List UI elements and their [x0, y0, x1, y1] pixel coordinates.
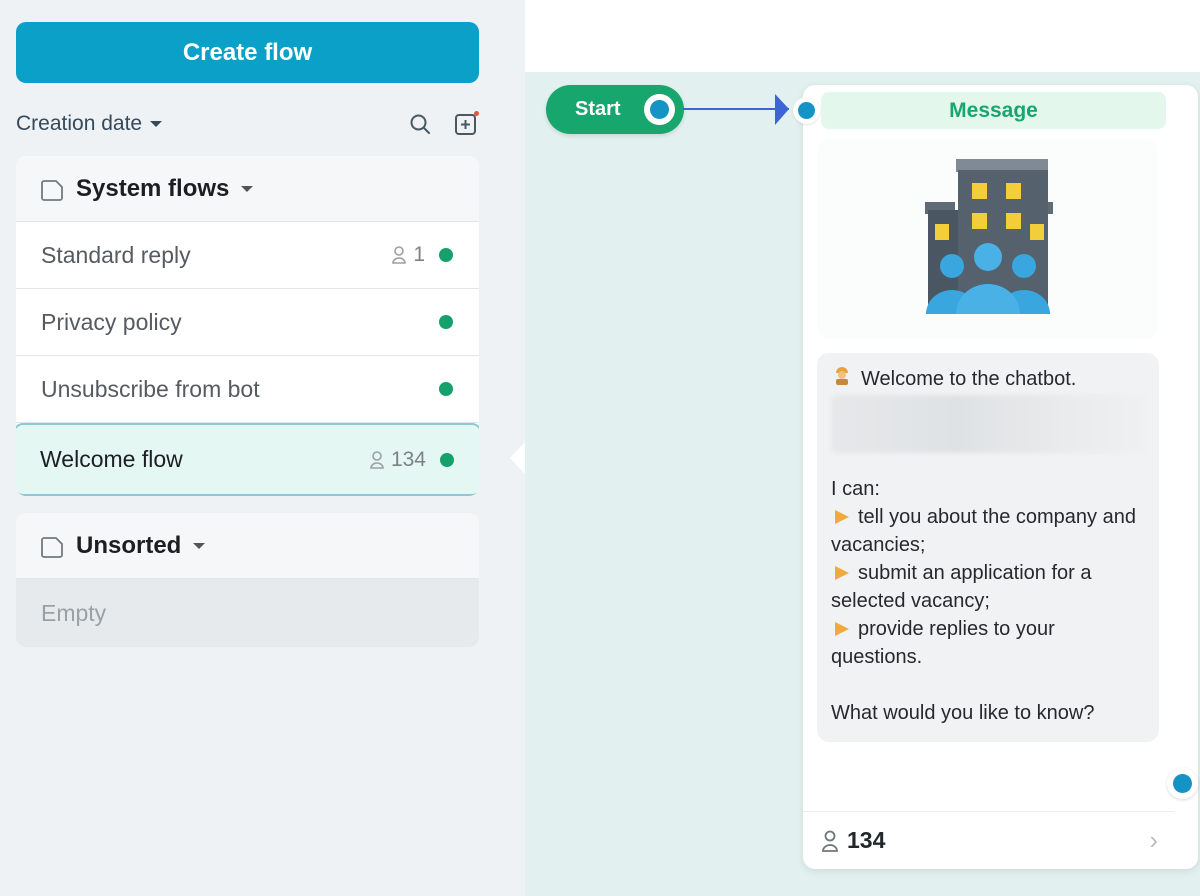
- flows-sidebar: Create flow Creation date System flows S…: [0, 0, 525, 896]
- group-header[interactable]: System flows: [16, 156, 479, 222]
- flow-label: Unsubscribe from bot: [41, 375, 260, 402]
- message-node[interactable]: Message Welcome to the chatbot. I can: t…: [793, 85, 1198, 869]
- message-node-title: Message: [821, 92, 1166, 129]
- status-active-dot: [439, 248, 453, 262]
- group-title: System flows: [76, 174, 230, 202]
- chevron-right-icon[interactable]: ›: [1149, 825, 1158, 856]
- chevron-down-icon[interactable]: [150, 121, 163, 127]
- building-people-icon: [924, 159, 1053, 314]
- flow-item-unsubscribe[interactable]: Unsubscribe from bot: [16, 356, 479, 423]
- worker-emoji-icon: [831, 365, 853, 393]
- blurred-text: [831, 395, 1145, 453]
- flow-item-privacy-policy[interactable]: Privacy policy: [16, 289, 479, 356]
- flow-item-welcome-flow[interactable]: Welcome flow 134: [16, 423, 479, 496]
- pointing-hand-icon: [835, 621, 849, 636]
- empty-placeholder: Empty: [16, 579, 479, 647]
- flow-label: Standard reply: [41, 241, 191, 268]
- message-bullet: provide replies to your questions.: [831, 618, 1055, 668]
- group-unsorted: Unsorted Empty: [16, 513, 479, 647]
- chevron-down-icon[interactable]: [193, 542, 206, 549]
- group-header[interactable]: Unsorted: [16, 513, 479, 579]
- start-output-port[interactable]: [644, 94, 675, 125]
- message-text-bubble[interactable]: Welcome to the chatbot. I can: tell you …: [817, 353, 1159, 742]
- message-can-label: I can:: [831, 478, 880, 500]
- start-label: Start: [575, 98, 621, 120]
- search-icon[interactable]: [407, 111, 433, 137]
- start-node[interactable]: Start: [546, 85, 684, 134]
- status-active-dot: [439, 315, 453, 329]
- flow-canvas[interactable]: Start Message Welcome to the chatbot. I …: [525, 0, 1200, 896]
- pointing-hand-icon: [835, 565, 849, 580]
- message-output-port[interactable]: [1167, 768, 1198, 799]
- message-bullet: tell you about the company and vacancies…: [831, 506, 1136, 556]
- panel-pointer: [510, 442, 525, 474]
- subscriber-count: 134: [390, 447, 426, 471]
- message-bullet: submit an application for a selected vac…: [831, 562, 1092, 612]
- canvas-toolbar-area: [525, 0, 1200, 72]
- message-intro: Welcome to the chatbot.: [861, 368, 1077, 390]
- message-subscriber-count: 134: [847, 827, 886, 853]
- create-flow-button[interactable]: Create flow: [16, 22, 479, 83]
- user-icon: [822, 830, 838, 852]
- subscriber-count: 1: [413, 243, 425, 266]
- status-active-dot: [439, 382, 453, 396]
- flow-item-standard-reply[interactable]: Standard reply 1: [16, 222, 479, 289]
- folder-icon: [41, 536, 63, 558]
- user-icon: [370, 450, 384, 469]
- notification-dot: [474, 111, 479, 116]
- sort-bar: Creation date: [16, 108, 479, 140]
- pointing-hand-icon: [835, 509, 849, 524]
- status-active-dot: [440, 452, 454, 467]
- group-system-flows: System flows Standard reply 1 Privacy po…: [16, 156, 479, 496]
- message-question: What would you like to know?: [831, 702, 1095, 724]
- sort-dropdown[interactable]: Creation date: [16, 112, 142, 136]
- flow-label: Welcome flow: [40, 446, 183, 472]
- message-node-footer: 134 ›: [803, 811, 1174, 869]
- flow-label: Privacy policy: [41, 308, 182, 335]
- message-input-port[interactable]: [793, 97, 820, 124]
- group-title: Unsorted: [76, 531, 182, 559]
- folder-icon: [41, 179, 63, 201]
- chevron-down-icon[interactable]: [241, 185, 254, 192]
- user-icon: [392, 246, 407, 264]
- message-image[interactable]: [817, 139, 1158, 339]
- add-folder-icon[interactable]: [453, 111, 479, 137]
